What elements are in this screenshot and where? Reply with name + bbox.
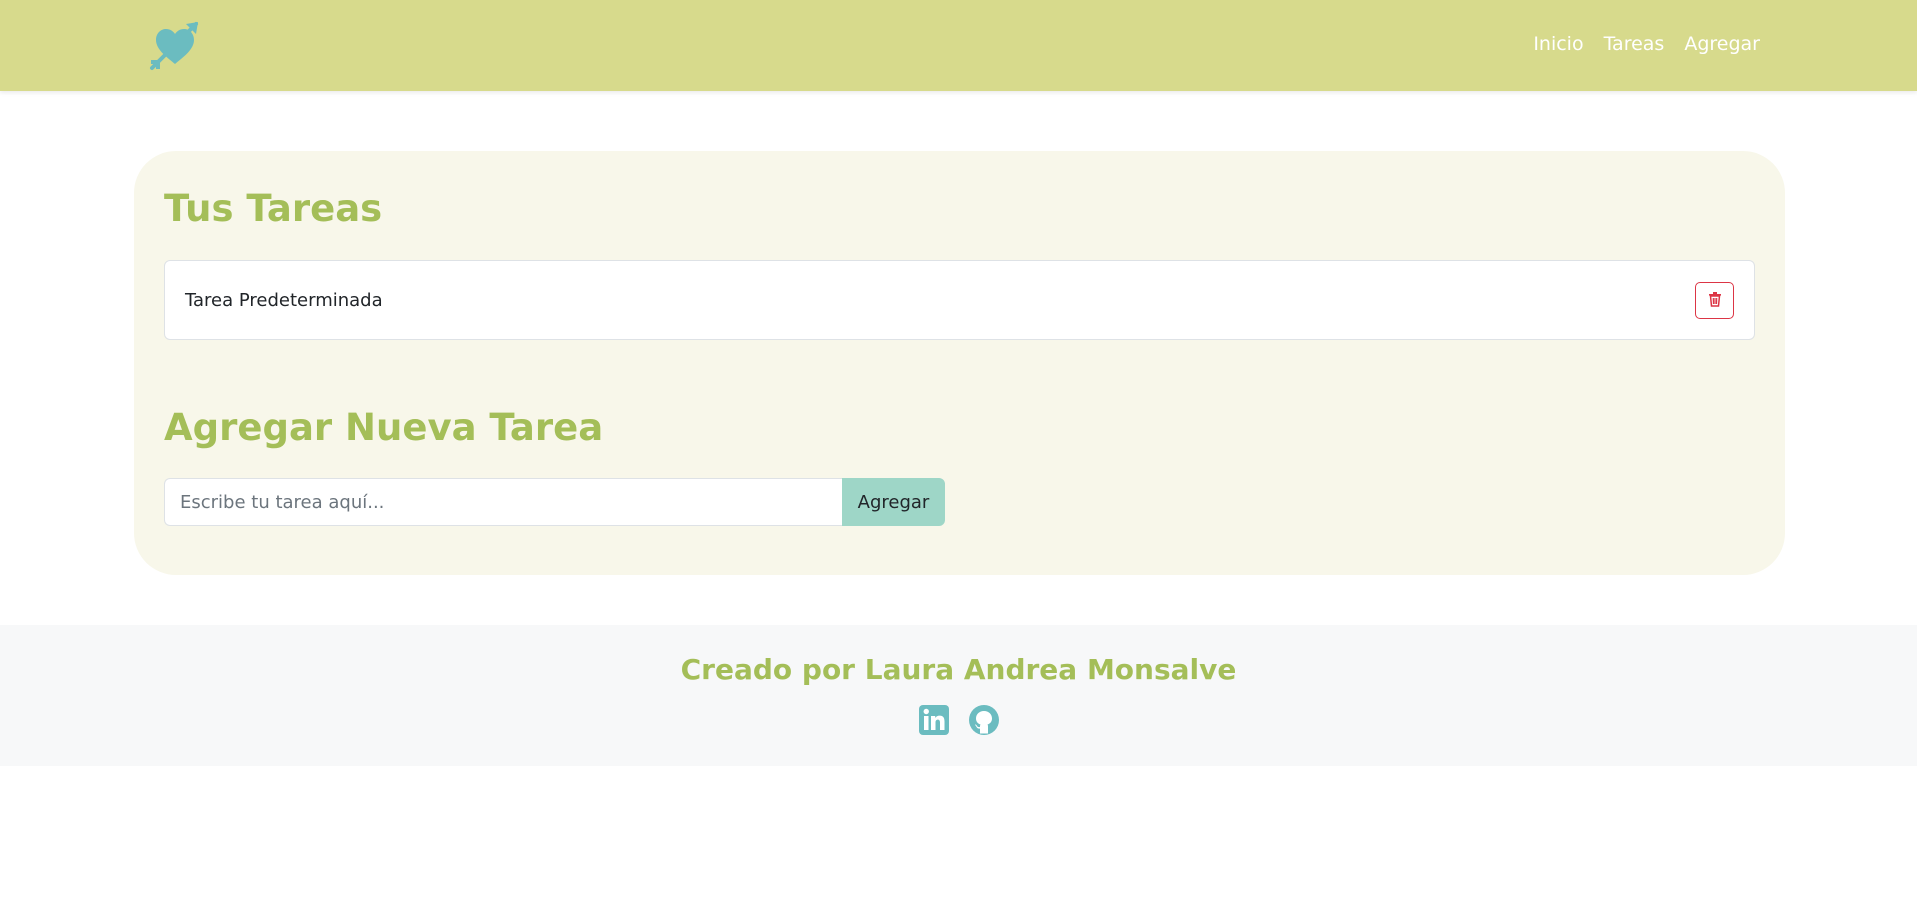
footer-credit: Creado por Laura Andrea Monsalve (680, 653, 1237, 686)
task-input[interactable] (164, 478, 842, 526)
social-links (918, 704, 1000, 736)
heart-arrow-icon[interactable] (148, 18, 202, 72)
nav-link-agregar[interactable]: Agregar (1684, 33, 1760, 55)
add-task-title: Agregar Nueva Tarea (164, 406, 604, 449)
trash-icon (1707, 291, 1723, 310)
tasks-title: Tus Tareas (164, 187, 383, 230)
add-task-button[interactable]: Agregar (842, 478, 945, 526)
navbar: Inicio Tareas Agregar (0, 0, 1917, 91)
github-icon[interactable] (968, 704, 1000, 736)
linkedin-icon[interactable] (918, 704, 950, 736)
footer: Creado por Laura Andrea Monsalve (0, 625, 1917, 766)
task-text: Tarea Predeterminada (185, 290, 383, 311)
delete-task-button[interactable] (1695, 282, 1734, 319)
tasks-card: Tus Tareas Tarea Predeterminada Agregar … (134, 151, 1785, 575)
nav-links: Inicio Tareas Agregar (1533, 33, 1760, 55)
add-task-form: Agregar (164, 478, 945, 526)
nav-link-tareas[interactable]: Tareas (1604, 33, 1665, 55)
task-item: Tarea Predeterminada (164, 260, 1755, 340)
nav-link-inicio[interactable]: Inicio (1533, 33, 1583, 55)
